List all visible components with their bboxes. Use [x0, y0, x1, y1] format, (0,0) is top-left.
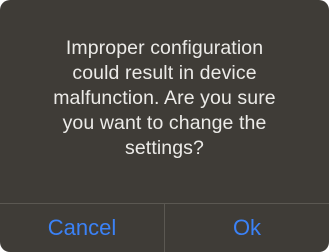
dialog-message: Improper configuration could result in d…: [53, 37, 276, 159]
ok-button[interactable]: Ok: [165, 204, 329, 252]
cancel-button[interactable]: Cancel: [0, 204, 164, 252]
confirmation-dialog: Improper configuration could result in d…: [0, 0, 329, 252]
screen: Improper configuration could result in d…: [0, 0, 329, 252]
